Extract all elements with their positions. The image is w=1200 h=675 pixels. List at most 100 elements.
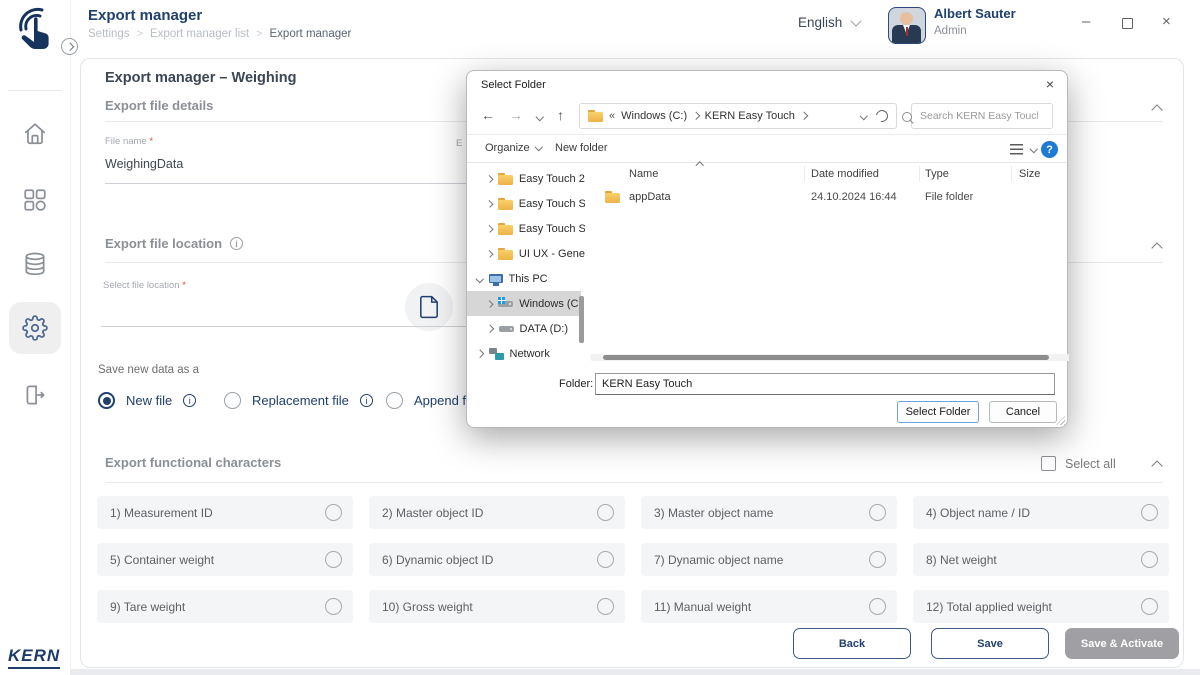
language-selector[interactable]: English bbox=[798, 15, 860, 30]
info-icon[interactable] bbox=[230, 237, 243, 250]
tree-item-windows-c[interactable]: Windows (C:) bbox=[467, 291, 581, 316]
sidebar-expand-button[interactable] bbox=[61, 38, 78, 55]
column-date-modified[interactable]: Date modified bbox=[811, 168, 879, 180]
radio-icon[interactable] bbox=[597, 551, 614, 568]
resize-grip[interactable] bbox=[1056, 416, 1065, 425]
tree-item-easy-touch-sup-1[interactable]: Easy Touch Sup bbox=[467, 191, 585, 216]
chevron-right-icon[interactable] bbox=[486, 175, 493, 182]
radio-icon[interactable] bbox=[386, 392, 403, 409]
radio-replacement-file[interactable]: Replacement file bbox=[224, 392, 373, 409]
organize-button[interactable]: Organize bbox=[485, 142, 541, 154]
column-type[interactable]: Type bbox=[925, 168, 949, 180]
chevron-right-icon[interactable] bbox=[486, 250, 493, 257]
column-divider[interactable] bbox=[919, 166, 920, 181]
select-folder-button[interactable]: Select Folder bbox=[897, 401, 979, 423]
checkbox-icon[interactable] bbox=[1041, 456, 1056, 471]
address-segment[interactable]: Windows (C:) bbox=[621, 110, 687, 122]
info-icon[interactable] bbox=[360, 394, 373, 407]
sidebar-item-home[interactable] bbox=[22, 121, 48, 147]
radio-append-file[interactable]: Append f bbox=[386, 392, 466, 409]
horizontal-scrollbar[interactable] bbox=[591, 354, 1069, 361]
select-all-control[interactable]: Select all bbox=[1041, 456, 1116, 471]
file-row-appdata[interactable]: appData 24.10.2024 16:44 File folder bbox=[591, 187, 1069, 209]
functional-item-2[interactable]: 2) Master object ID bbox=[369, 496, 625, 529]
column-name[interactable]: Name bbox=[629, 168, 658, 180]
functional-item-7[interactable]: 7) Dynamic object name bbox=[641, 543, 897, 576]
radio-icon[interactable] bbox=[869, 504, 886, 521]
collapse-functional-icon[interactable] bbox=[1151, 460, 1162, 471]
refresh-icon[interactable] bbox=[874, 108, 891, 125]
radio-icon[interactable] bbox=[325, 551, 342, 568]
functional-item-9[interactable]: 9) Tare weight bbox=[97, 590, 353, 623]
tree-scrollbar[interactable] bbox=[579, 296, 584, 343]
functional-item-5[interactable]: 5) Container weight bbox=[97, 543, 353, 576]
tree-item-easy-touch-sup-2[interactable]: Easy Touch Sup bbox=[467, 216, 585, 241]
chevron-right-icon[interactable] bbox=[486, 300, 494, 308]
nav-history-dropdown-icon[interactable] bbox=[536, 113, 544, 121]
radio-icon[interactable] bbox=[1141, 504, 1158, 521]
new-folder-button[interactable]: New folder bbox=[555, 142, 608, 154]
radio-icon[interactable] bbox=[597, 598, 614, 615]
nav-forward-icon[interactable]: → bbox=[509, 107, 523, 123]
nav-back-icon[interactable]: ← bbox=[481, 107, 495, 123]
breadcrumb-item[interactable]: Settings bbox=[88, 28, 130, 40]
minimize-button[interactable]: – bbox=[1082, 14, 1090, 29]
functional-item-3[interactable]: 3) Master object name bbox=[641, 496, 897, 529]
functional-item-11[interactable]: 11) Manual weight bbox=[641, 590, 897, 623]
sidebar-item-data[interactable] bbox=[22, 251, 48, 277]
help-icon[interactable] bbox=[1041, 141, 1058, 158]
collapse-file-location-icon[interactable] bbox=[1151, 242, 1162, 253]
search-box[interactable] bbox=[911, 103, 1053, 129]
chevron-right-icon[interactable] bbox=[486, 200, 493, 207]
tree-item-network[interactable]: Network bbox=[467, 341, 585, 366]
avatar[interactable] bbox=[888, 7, 926, 44]
functional-item-4[interactable]: 4) Object name / ID bbox=[913, 496, 1169, 529]
radio-icon[interactable] bbox=[1141, 551, 1158, 568]
sidebar-item-apps[interactable] bbox=[22, 187, 48, 213]
tree-item-easy-touch-20[interactable]: Easy Touch 2.0 bbox=[467, 166, 585, 191]
functional-item-10[interactable]: 10) Gross weight bbox=[369, 590, 625, 623]
radio-icon[interactable] bbox=[325, 598, 342, 615]
sidebar-item-settings[interactable] bbox=[22, 315, 48, 341]
close-button[interactable]: × bbox=[1162, 14, 1171, 29]
radio-selected-icon[interactable] bbox=[98, 392, 115, 409]
maximize-button[interactable] bbox=[1122, 17, 1133, 32]
scrollbar-thumb[interactable] bbox=[603, 355, 1049, 360]
radio-icon[interactable] bbox=[597, 504, 614, 521]
chevron-down-icon[interactable] bbox=[476, 275, 484, 283]
view-dropdown-icon[interactable] bbox=[1029, 145, 1037, 153]
address-segment[interactable]: KERN Easy Touch bbox=[705, 110, 795, 122]
radio-icon[interactable] bbox=[869, 551, 886, 568]
search-input[interactable] bbox=[912, 104, 1038, 128]
file-name-input[interactable]: WeighingData bbox=[105, 157, 183, 171]
column-size[interactable]: Size bbox=[1019, 168, 1040, 180]
nav-up-icon[interactable]: ↑ bbox=[557, 107, 564, 123]
collapse-file-details-icon[interactable] bbox=[1151, 104, 1162, 115]
dialog-close-button[interactable]: × bbox=[1046, 76, 1054, 92]
functional-item-8[interactable]: 8) Net weight bbox=[913, 543, 1169, 576]
chevron-right-icon[interactable] bbox=[476, 350, 484, 358]
cancel-button[interactable]: Cancel bbox=[989, 401, 1057, 423]
tree-item-this-pc[interactable]: This PC bbox=[467, 266, 585, 291]
address-dropdown-icon[interactable] bbox=[859, 112, 867, 120]
radio-icon[interactable] bbox=[224, 392, 241, 409]
chevron-right-icon[interactable] bbox=[486, 225, 493, 232]
functional-item-12[interactable]: 12) Total applied weight bbox=[913, 590, 1169, 623]
chevron-right-icon[interactable] bbox=[486, 325, 494, 333]
view-list-icon[interactable] bbox=[1010, 144, 1023, 155]
functional-item-6[interactable]: 6) Dynamic object ID bbox=[369, 543, 625, 576]
address-bar[interactable]: « Windows (C:) KERN Easy Touch bbox=[579, 103, 897, 129]
radio-icon[interactable] bbox=[1141, 598, 1158, 615]
radio-icon[interactable] bbox=[869, 598, 886, 615]
column-divider[interactable] bbox=[1011, 166, 1012, 181]
back-button[interactable]: Back bbox=[793, 628, 911, 659]
tree-item-ui-ux-general[interactable]: UI UX - Genera bbox=[467, 241, 585, 266]
breadcrumb-item[interactable]: Export manager list bbox=[150, 28, 249, 40]
column-divider[interactable] bbox=[804, 166, 805, 181]
info-icon[interactable] bbox=[183, 394, 196, 407]
tree-item-data-d[interactable]: DATA (D:) bbox=[467, 316, 585, 341]
radio-new-file[interactable]: New file bbox=[98, 392, 196, 409]
browse-file-location-button[interactable] bbox=[405, 283, 453, 331]
radio-icon[interactable] bbox=[325, 504, 342, 521]
functional-item-1[interactable]: 1) Measurement ID bbox=[97, 496, 353, 529]
